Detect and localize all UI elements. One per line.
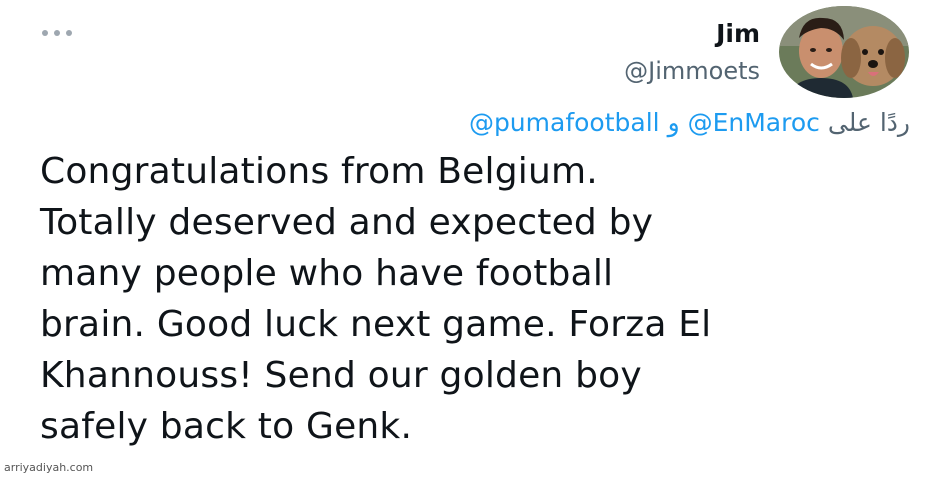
author-info: Jim @Jimmoets [624, 18, 760, 88]
source-watermark: arriyadiyah.com [4, 461, 94, 474]
mention-pumafootball-link[interactable]: @pumafootball [469, 108, 660, 137]
reply-to-line: ردًا على @EnMaroc و @pumafootball [469, 106, 910, 140]
author-display-name[interactable]: Jim [624, 18, 760, 50]
tweet-text-line: many people who have football [40, 253, 614, 294]
mention-enmaroc-link[interactable]: @EnMaroc [688, 108, 820, 137]
tweet-text: Congratulations from Belgium. Totally de… [40, 146, 920, 452]
tweet-text-line: Khannouss! Send our golden boy [40, 355, 642, 396]
more-dot-icon [42, 30, 48, 36]
more-dot-icon [66, 30, 72, 36]
tweet-text-line: brain. Good luck next game. Forza El [40, 304, 712, 345]
more-options-button[interactable] [42, 24, 82, 42]
tweet-text-line: Congratulations from Belgium. [40, 151, 598, 192]
avatar-photo-icon [779, 6, 909, 98]
author-handle[interactable]: @Jimmoets [624, 54, 760, 88]
avatar[interactable] [779, 6, 909, 98]
reply-prefix: ردًا على [827, 108, 910, 137]
tweet-text-line: safely back to Genk. [40, 406, 413, 447]
tweet-text-line: Totally deserved and expected by [40, 202, 654, 243]
reply-joiner: و [667, 108, 680, 137]
more-dot-icon [54, 30, 60, 36]
